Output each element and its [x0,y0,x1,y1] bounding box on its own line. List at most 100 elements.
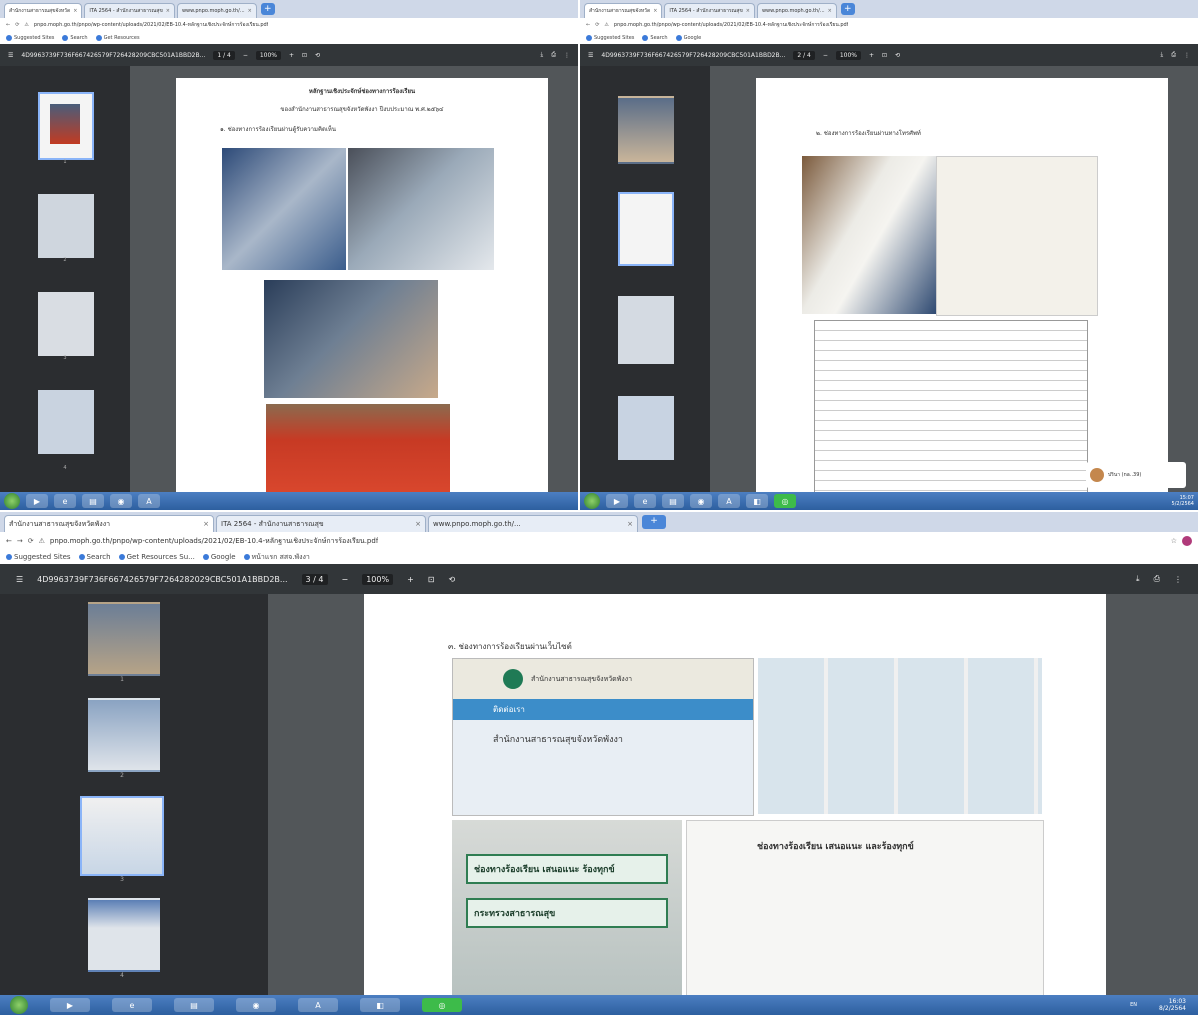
new-tab-button[interactable]: + [840,3,855,15]
pdf-icon[interactable]: A [298,998,338,1012]
zoom-in-icon[interactable]: + [869,52,874,59]
chrome-icon[interactable]: ◉ [236,998,276,1012]
reload-icon[interactable]: ⟳ [28,537,34,545]
line-icon[interactable]: ◎ [774,494,796,508]
close-icon[interactable]: × [203,520,209,528]
zoom-out-icon[interactable]: − [243,52,248,59]
print-icon[interactable]: ⎙ [551,51,556,59]
tab[interactable]: สำนักงานสาธารณสุขจังหวัดพังงา × [4,515,214,532]
tray-language[interactable]: EN [1130,1002,1137,1008]
star-icon[interactable]: ☆ [1171,537,1177,545]
ie-icon[interactable]: e [112,998,152,1012]
bookmark[interactable]: Google [675,35,701,41]
start-icon[interactable] [4,493,20,509]
close-icon[interactable]: × [166,8,170,14]
back-icon[interactable]: ← [6,537,12,545]
zoom-level[interactable]: 100% [835,50,862,60]
clock[interactable]: 15:07 5/2/2564 [1172,495,1194,507]
more-icon[interactable]: ⋮ [1184,52,1190,59]
page-thumbnail[interactable] [38,92,94,160]
tab[interactable]: www.pnpo.moph.go.th/... × [176,3,257,18]
start-icon[interactable] [584,493,600,509]
zoom-out-icon[interactable]: − [823,52,828,59]
bookmark[interactable]: Suggested Sites [6,35,54,41]
bookmark[interactable]: Search [642,35,668,41]
folder-icon[interactable]: ▤ [174,998,214,1012]
page-indicator[interactable]: 2 / 4 [793,50,815,60]
fit-page-icon[interactable]: ⊡ [428,575,435,584]
line-icon[interactable]: ◎ [422,998,462,1012]
folder-icon[interactable]: ▤ [662,494,684,508]
bookmark[interactable]: Search [62,35,88,41]
folder-icon[interactable]: ▤ [82,494,104,508]
fit-page-icon[interactable]: ⊡ [302,52,307,59]
more-icon[interactable]: ⋮ [1174,575,1182,584]
rotate-icon[interactable]: ⟲ [448,575,455,584]
page-thumbnail[interactable] [38,194,94,258]
zoom-in-icon[interactable]: + [407,575,414,584]
menu-icon[interactable]: ☰ [588,52,593,59]
close-icon[interactable]: × [653,8,657,14]
url-text[interactable]: pnpo.moph.go.th/pnpo/wp-content/uploads/… [614,21,849,29]
page-thumbnail[interactable] [618,396,674,460]
close-icon[interactable]: × [746,8,750,14]
page-thumbnail[interactable] [88,898,160,972]
ie-icon[interactable]: e [54,494,76,508]
page-indicator[interactable]: 1 / 4 [213,50,235,60]
address-bar[interactable]: ← ⟳ ⚠ pnpo.moph.go.th/pnpo/wp-content/up… [580,18,1198,33]
tab[interactable]: ITA 2564 - สำนักงานสาธารณสุข × [84,3,175,18]
menu-icon[interactable]: ☰ [16,575,23,584]
tab[interactable]: ITA 2564 - สำนักงานสาธารณสุข × [664,3,755,18]
fit-page-icon[interactable]: ⊡ [882,52,887,59]
network-icon[interactable]: ◧ [746,494,768,508]
rotate-icon[interactable]: ⟲ [895,52,900,59]
address-bar[interactable]: ← ⟳ ⚠ pnpo.moph.go.th/pnpo/wp-content/up… [0,18,578,33]
page-thumbnail[interactable] [38,292,94,356]
pdf-icon[interactable]: A [718,494,740,508]
tab[interactable]: ITA 2564 - สำนักงานสาธารณสุข × [216,515,426,532]
new-tab-button[interactable]: + [260,3,275,15]
zoom-level[interactable]: 100% [362,573,394,585]
chat-popup[interactable]: ปรินา (na..39) [1086,462,1186,488]
page-thumbnail[interactable] [618,96,674,164]
network-icon[interactable]: ◧ [360,998,400,1012]
start-icon[interactable] [10,996,28,1014]
ie-icon[interactable]: e [634,494,656,508]
close-icon[interactable]: × [828,8,832,14]
media-icon[interactable]: ▶ [26,494,48,508]
more-icon[interactable]: ⋮ [564,52,570,59]
close-icon[interactable]: × [248,8,252,14]
media-icon[interactable]: ▶ [606,494,628,508]
bookmark[interactable]: Get Resources [95,35,140,41]
zoom-out-icon[interactable]: − [342,575,349,584]
forward-icon[interactable]: → [17,537,23,545]
bookmark[interactable]: Get Resources Su... [118,553,195,561]
rotate-icon[interactable]: ⟲ [315,52,320,59]
download-icon[interactable]: ⤓ [1161,51,1164,59]
tab[interactable]: สำนักงานสาธารณสุขจังหวัด × [4,3,83,18]
back-icon[interactable]: ← [586,22,590,28]
chrome-icon[interactable]: ◉ [690,494,712,508]
zoom-level[interactable]: 100% [255,50,282,60]
tab[interactable]: www.pnpo.moph.go.th/... × [756,3,837,18]
close-icon[interactable]: × [73,8,77,14]
page-thumbnail[interactable] [618,296,674,364]
profile-icon[interactable] [1182,536,1192,546]
url-text[interactable]: pnpo.moph.go.th/pnpo/wp-content/uploads/… [50,536,378,547]
page-thumbnail[interactable] [88,698,160,772]
tab[interactable]: สำนักงานสาธารณสุขจังหวัด × [584,3,663,18]
page-thumbnail[interactable] [88,602,160,676]
bookmark[interactable]: Suggested Sites [6,553,71,561]
bookmark[interactable]: Search [78,553,111,561]
close-icon[interactable]: × [627,520,633,528]
bookmark[interactable]: Google [202,553,236,561]
page-thumbnail[interactable] [618,192,674,266]
chrome-icon[interactable]: ◉ [110,494,132,508]
print-icon[interactable]: ⎙ [1171,51,1176,59]
clock[interactable]: 16:03 8/2/2564 [1159,998,1186,1012]
pdf-icon[interactable]: A [138,494,160,508]
site-nav[interactable]: ติดต่อเรา [453,699,753,720]
reload-icon[interactable]: ⟳ [595,22,599,28]
close-icon[interactable]: × [415,520,421,528]
download-icon[interactable]: ⤓ [541,51,544,59]
